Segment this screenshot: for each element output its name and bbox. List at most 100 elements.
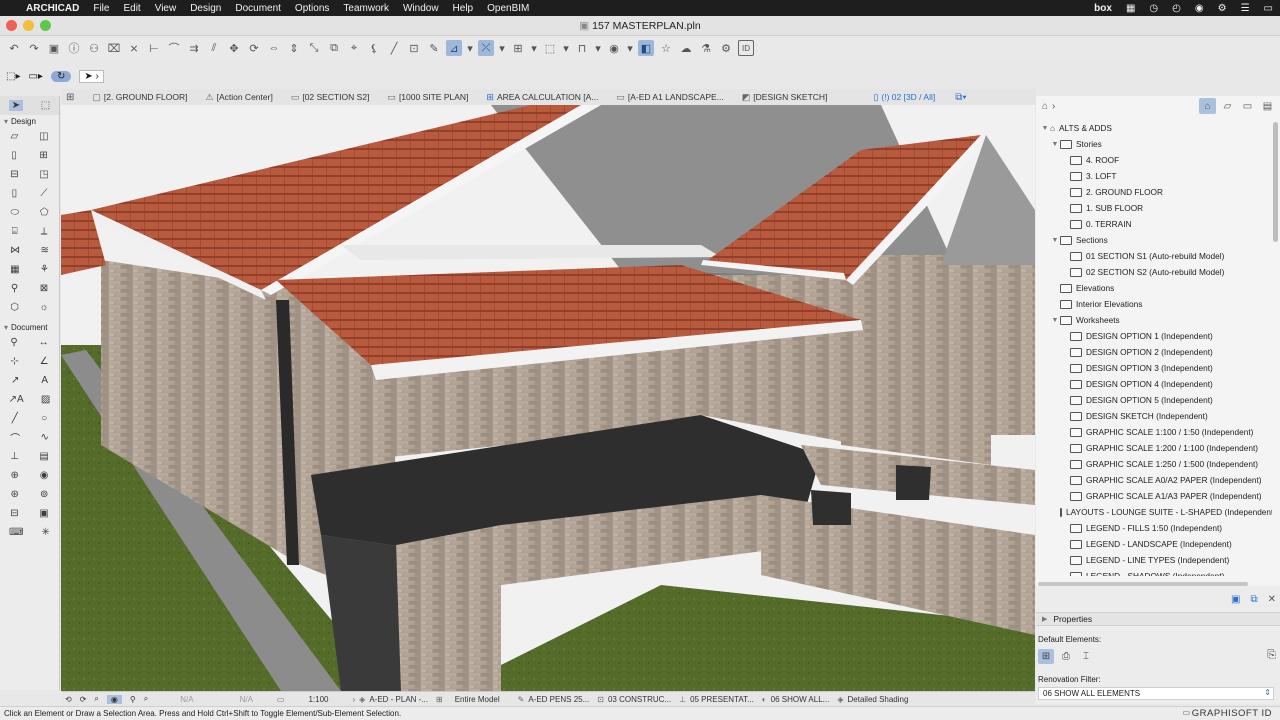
drag-icon[interactable]: ✥ — [226, 40, 242, 56]
lamp-tool[interactable]: ⚲ — [11, 283, 18, 294]
orbit-icon[interactable]: ↻ — [50, 70, 72, 82]
tree-item[interactable]: ▼ Sections — [1036, 232, 1272, 248]
dimension-icon[interactable]: ⌶ — [1078, 649, 1094, 664]
view-map-icon[interactable]: ▱ — [1219, 98, 1236, 114]
section-tool[interactable]: ⊕ — [10, 470, 18, 481]
curtain-wall-tool[interactable]: ⋈ — [10, 245, 20, 256]
skylight-tool[interactable]: ◳ — [39, 169, 48, 180]
tree-item[interactable]: ▼ Stories — [1036, 136, 1272, 152]
menu-window[interactable]: Window — [403, 3, 439, 14]
document-palette-header[interactable]: ▾ Document — [0, 321, 59, 333]
tab-site-plan[interactable]: ▭ [1000 SITE PLAN] — [379, 89, 478, 105]
tree-item[interactable]: LAYOUTS - LOUNGE SUITE - L-SHAPED (Indep… — [1036, 504, 1272, 520]
intersect-icon[interactable]: ⨯ — [126, 40, 142, 56]
opening-tool[interactable]: ⬡ — [10, 302, 19, 313]
scale-select[interactable]: ▭ 1:100 — [277, 695, 329, 704]
dimension-style-select[interactable]: ⊥ 05 PRESENTAT... — [679, 695, 754, 704]
object-tool[interactable]: ⚘ — [40, 264, 49, 275]
polyline-tool[interactable]: ⌒ — [10, 430, 20, 445]
multiply-icon[interactable]: ⧉ — [326, 40, 342, 56]
change-tool[interactable]: ▣ — [39, 508, 48, 519]
sun-tool[interactable]: ☼ — [40, 302, 49, 313]
shell-tool[interactable]: ⬭ — [10, 207, 19, 218]
graphisoft-id[interactable]: GRAPHISOFT ID — [1192, 708, 1272, 719]
3d-viewport[interactable] — [61, 105, 1035, 691]
dimension-tool[interactable]: ⚲ — [10, 337, 17, 348]
menu-document[interactable]: Document — [235, 3, 281, 14]
project-map-icon[interactable]: ⌂ — [1199, 98, 1216, 114]
properties-settings-icon[interactable]: ⎘ — [1267, 649, 1276, 662]
hotspot-tool[interactable]: ⊥ — [10, 451, 19, 462]
tree-item[interactable]: 02 SECTION S2 (Auto-rebuild Model) — [1036, 264, 1272, 280]
snap-guides-icon[interactable]: ⤫ — [478, 40, 494, 56]
line-tool[interactable]: ╱ — [12, 413, 18, 424]
figure-tool[interactable]: ▤ — [39, 451, 48, 462]
close-panel-icon[interactable]: ✕ — [1268, 594, 1276, 605]
tree-item[interactable]: DESIGN OPTION 5 (Independent) — [1036, 392, 1272, 408]
sun-study-tool[interactable]: ✳ — [42, 527, 50, 538]
fit-zoom-icon[interactable]: ⌕ — [144, 694, 148, 704]
menu-options[interactable]: Options — [295, 3, 329, 14]
dropdown-icon[interactable]: ▾ — [466, 40, 474, 56]
arrow-tool-icon[interactable]: ➤ › — [79, 69, 104, 83]
tree-item[interactable]: 01 SECTION S1 (Auto-rebuild Model) — [1036, 248, 1272, 264]
tree-item[interactable]: GRAPHIC SCALE 1:250 / 1:500 (Independent… — [1036, 456, 1272, 472]
fillet-icon[interactable]: ⌒ — [166, 40, 182, 56]
box-status[interactable]: box — [1094, 3, 1112, 14]
stair-tool[interactable]: ⌸ — [12, 226, 18, 237]
tab-overview-icon[interactable]: ⊞ — [66, 92, 74, 103]
zone-tool[interactable]: ▦ — [10, 264, 19, 275]
mirror-icon[interactable]: ⇔ — [266, 40, 282, 56]
interior-elevation-tool[interactable]: ⊛ — [11, 489, 19, 500]
chevron-down-icon[interactable]: ▼ — [1050, 237, 1060, 244]
tree-item[interactable]: GRAPHIC SCALE A1/A3 PAPER (Independent) — [1036, 488, 1272, 504]
menu-teamwork[interactable]: Teamwork — [343, 3, 389, 14]
marquee-option-icon[interactable]: ▭▸ — [28, 71, 42, 82]
angle-dim-tool[interactable]: ∠ — [40, 356, 49, 367]
tab-options-icon[interactable]: ⧉▾ — [955, 92, 966, 103]
dropdown-icon[interactable]: ▾ — [498, 40, 506, 56]
mvo-select[interactable]: ⊡ 03 CONSTRUC... — [597, 695, 671, 704]
detail-tool[interactable]: ⊟ — [10, 508, 18, 519]
tab-action-center[interactable]: ⚠ [Action Center] — [198, 89, 283, 105]
menu-extra-icon[interactable]: ▦ — [1126, 3, 1135, 14]
railing-tool[interactable]: ⟂ — [41, 226, 48, 237]
favorites-icon[interactable]: ☆ — [658, 40, 674, 56]
tab-landscape-layout[interactable]: ▭ [A-ED A1 LANDSCAPE... — [608, 89, 733, 105]
menu-edit[interactable]: Edit — [123, 3, 140, 14]
layers-icon[interactable]: ⊞ — [510, 40, 526, 56]
trim-icon[interactable]: ⌧ — [106, 40, 122, 56]
tree-item[interactable]: 3. LOFT — [1036, 168, 1272, 184]
text-tool[interactable]: A — [41, 375, 48, 386]
layer-combo-select[interactable]: › ◈ A-ED - PLAN -... — [353, 695, 429, 704]
tree-item[interactable]: GRAPHIC SCALE 1:200 / 1:100 (Independent… — [1036, 440, 1272, 456]
dropdown-icon[interactable]: ▾ — [562, 40, 570, 56]
id-icon[interactable]: ID — [738, 40, 754, 56]
tree-item[interactable]: 0. TERRAIN — [1036, 216, 1272, 232]
walk-icon[interactable]: ⚲ — [130, 695, 136, 704]
tab-area-calculation[interactable]: ⊞ AREA CALCULATION [A... — [478, 89, 608, 105]
morph-tool[interactable]: ⬠ — [40, 207, 49, 218]
door-tool[interactable]: ◫ — [39, 131, 48, 142]
redo-view-icon[interactable]: ⟳ — [80, 695, 87, 704]
elevate-icon[interactable]: ⇕ — [286, 40, 302, 56]
mesh-tool[interactable]: ≋ — [40, 245, 48, 256]
selection-method-icon[interactable]: ⬚▸ — [6, 71, 20, 82]
adjust-icon[interactable]: ⊢ — [146, 40, 162, 56]
tab-section-s2[interactable]: ▭ [02 SECTION S2] — [283, 89, 380, 105]
redo-icon[interactable]: ↷ — [26, 40, 42, 56]
eye-icon[interactable]: ◉ — [606, 40, 622, 56]
tree-item[interactable]: DESIGN SKETCH (Independent) — [1036, 408, 1272, 424]
tree-item[interactable]: ▼ Worksheets — [1036, 312, 1272, 328]
new-view-icon[interactable]: ▣ — [1231, 594, 1240, 605]
tab-ground-floor[interactable]: ▢ [2. GROUND FLOOR] — [84, 89, 197, 105]
tree-item[interactable]: LEGEND - LINE TYPES (Independent) — [1036, 552, 1272, 568]
battery-icon[interactable]: ▭ — [1264, 3, 1273, 14]
info-icon[interactable]: ⓘ — [66, 40, 82, 56]
navigator-forward-icon[interactable]: › — [1052, 101, 1055, 112]
tree-item[interactable]: GRAPHIC SCALE 1:100 / 1:50 (Independent) — [1036, 424, 1272, 440]
app-menu[interactable]: ARCHICAD — [26, 3, 79, 14]
properties-header[interactable]: ▶ Properties — [1036, 612, 1280, 626]
tree-item[interactable]: 4. ROOF — [1036, 152, 1272, 168]
publisher-sets-icon[interactable]: ▤ — [1259, 98, 1276, 114]
